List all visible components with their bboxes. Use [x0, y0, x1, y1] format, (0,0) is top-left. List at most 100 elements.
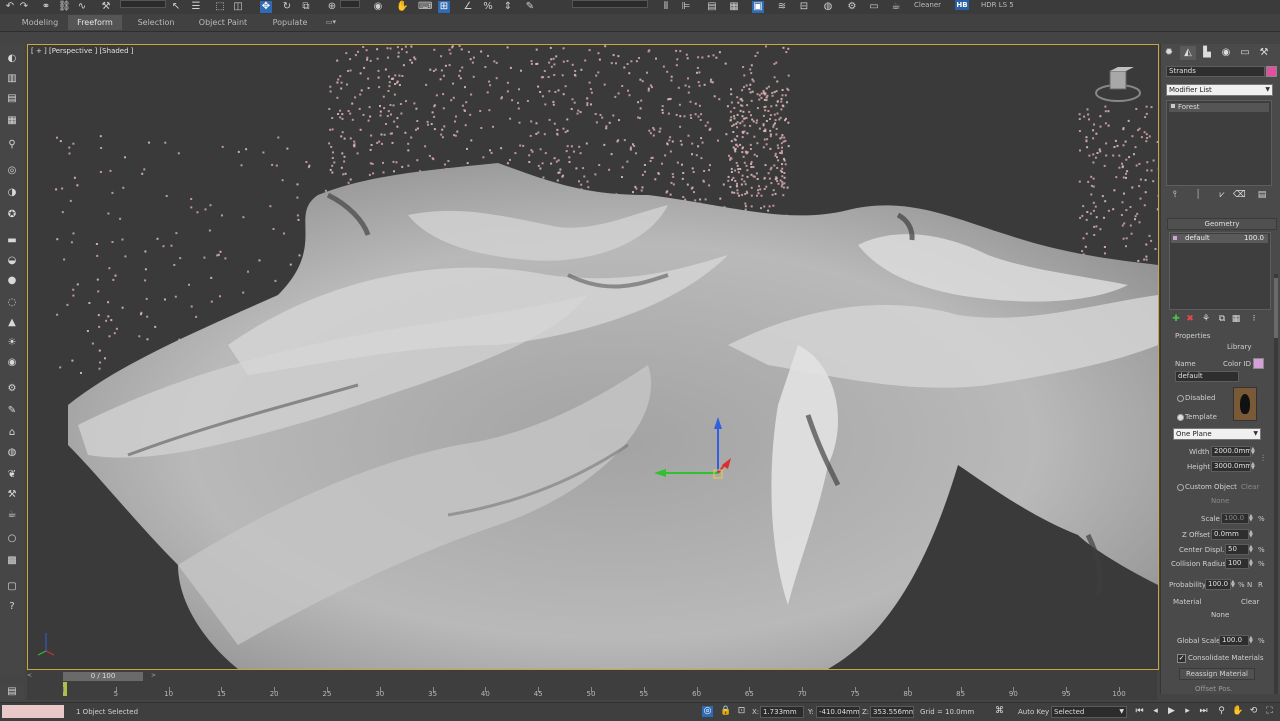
template-dropdown[interactable]: One Plane▼ — [1173, 428, 1261, 440]
snaps-toggle-icon[interactable]: ⊞ — [438, 1, 450, 13]
help-icon[interactable]: ? — [5, 600, 19, 614]
next-frame-button-icon[interactable]: ▸ — [1182, 706, 1193, 717]
tab-freeform[interactable]: Freeform — [68, 15, 122, 30]
rendered-frame-icon[interactable]: ▭ — [868, 1, 880, 13]
sphere-icon[interactable]: ● — [5, 274, 19, 288]
scale-spinner[interactable]: ▲▼ — [1249, 514, 1253, 522]
angle-snap-icon[interactable]: ∠ — [462, 1, 474, 13]
go-to-end-icon[interactable]: ⏭ — [1198, 706, 1209, 717]
more-options-icon[interactable]: ⁝ — [1249, 314, 1259, 324]
scene-explorer-icon[interactable]: ▦ — [728, 1, 740, 13]
undo-icon[interactable]: ↶ — [4, 1, 16, 13]
curve-editor-icon[interactable]: ≋ — [776, 1, 788, 13]
modifier-icon[interactable]: ✪ — [5, 208, 19, 222]
select-scale-icon[interactable]: ⧉ — [300, 1, 312, 13]
modifier-stack-item[interactable]: Forest — [1169, 103, 1269, 112]
z-coord-field[interactable]: 353.556mm — [870, 706, 914, 718]
named-selection-sets-field[interactable] — [572, 0, 648, 8]
global-scale-spinner[interactable]: ▲▼ — [1249, 636, 1253, 644]
select-panel-icon[interactable]: ▥ — [5, 72, 19, 86]
hierarchy-tab-icon[interactable]: ▙ — [1199, 46, 1215, 60]
add-geometry-icon[interactable]: ✚ — [1171, 314, 1181, 324]
perspective-viewport[interactable]: [ + ] [Perspective ] [Shaded ] — [27, 44, 1159, 670]
ref-coord-icon[interactable]: ⊕ — [326, 1, 338, 13]
copy-geometry-icon[interactable]: ⧉ — [1217, 314, 1227, 324]
probability-n-button[interactable]: N — [1247, 581, 1252, 589]
isolate-selection-icon[interactable]: ◎ — [702, 706, 713, 717]
motion-tab-icon[interactable]: ◉ — [1218, 46, 1234, 60]
graphite-ribbon-icon[interactable]: ▣ — [752, 1, 764, 13]
auto-key-button[interactable]: Auto Key — [1018, 707, 1049, 717]
custom-object-none-button[interactable]: None — [1211, 497, 1229, 505]
pyramid-icon[interactable]: ⌂ — [5, 426, 19, 440]
render-setup-icon[interactable]: ⚙ — [846, 1, 858, 13]
select-by-name-icon[interactable]: ☰ — [190, 1, 202, 13]
tab-populate[interactable]: Populate — [264, 15, 316, 30]
mirror-icon[interactable]: ⫴ — [660, 1, 672, 13]
reassign-material-button[interactable]: Reassign Material — [1179, 668, 1255, 680]
geometry-list[interactable]: default 100.0 — [1169, 232, 1271, 310]
width-spinner[interactable]: ▲▼ — [1251, 447, 1255, 455]
light-bulb-icon[interactable] — [1171, 104, 1175, 108]
wrench-icon[interactable]: ⚙ — [5, 382, 19, 396]
leaf-icon[interactable]: ❦ — [5, 468, 19, 482]
geometry-rollout-header[interactable]: Geometry — [1167, 218, 1277, 230]
delete-geometry-icon[interactable]: ✖ — [1185, 314, 1195, 324]
absolute-mode-icon[interactable]: ⊡ — [736, 706, 747, 717]
tools-icon[interactable]: ⚒ — [5, 488, 19, 502]
docs-icon[interactable]: ▢ — [5, 580, 19, 594]
disabled-radio[interactable] — [1177, 395, 1184, 402]
play-icon[interactable]: ▶ — [1166, 706, 1177, 717]
make-unique-icon[interactable]: ⩗ — [1217, 190, 1227, 200]
custom-object-clear-button[interactable]: Clear — [1241, 483, 1259, 491]
mini-curve-editor-icon[interactable]: ▤ — [5, 685, 19, 699]
z-offset-spinner[interactable]: ▲▼ — [1249, 530, 1253, 538]
key-mode-dropdown[interactable]: Selected▼ — [1051, 706, 1127, 718]
modifier-stack[interactable]: Forest — [1166, 100, 1272, 186]
link-icon[interactable]: ⚭ — [40, 1, 52, 13]
probability-field[interactable]: 100.0 — [1205, 579, 1231, 590]
hdr-label[interactable]: HDR LS 5 — [981, 0, 1014, 10]
object-color-swatch[interactable] — [1266, 66, 1277, 77]
tree-thumbnail-icon[interactable] — [1233, 387, 1257, 421]
height-field[interactable]: 3000.0mm — [1211, 461, 1251, 472]
material-none-button[interactable]: None — [1211, 611, 1229, 619]
create-tab-icon[interactable]: ✹ — [1161, 46, 1177, 60]
modify-tab-icon[interactable]: ◭ — [1180, 46, 1196, 60]
remove-modifier-icon[interactable]: ⌫ — [1233, 190, 1243, 200]
time-slider[interactable]: 0 / 100 — [63, 672, 143, 681]
library-geometry-icon[interactable]: ▦ — [1231, 314, 1241, 324]
cleaner-label[interactable]: Cleaner — [914, 0, 941, 10]
custom-object-radio[interactable] — [1177, 484, 1184, 491]
select-manipulate-icon[interactable]: ✋ — [396, 1, 408, 13]
tab-modeling[interactable]: Modeling — [14, 15, 66, 30]
sun-icon[interactable]: ☀ — [5, 336, 19, 350]
material-editor-icon[interactable]: ◍ — [822, 1, 834, 13]
sphere-white-icon[interactable]: ○ — [5, 532, 19, 546]
zoom-icon[interactable]: ⚲ — [1216, 706, 1227, 717]
y-coord-field[interactable]: -410.04mm — [816, 706, 860, 718]
cylinder-icon[interactable]: ◒ — [5, 254, 19, 268]
spinner-snap-icon[interactable]: ⇕ — [502, 1, 514, 13]
selection-lock-icon[interactable]: 🔒 — [720, 706, 731, 717]
camera-icon[interactable]: ◑ — [5, 186, 19, 200]
probability-spinner[interactable]: ▲▼ — [1231, 580, 1235, 588]
hdr-badge[interactable]: HB — [955, 0, 969, 10]
edit-named-sets-icon[interactable]: ✎ — [524, 1, 536, 13]
unlink-icon[interactable]: ⛓ — [58, 1, 70, 13]
collision-radius-spinner[interactable]: ▲▼ — [1249, 559, 1253, 567]
ribbon-options-icon[interactable]: ▭▾ — [322, 15, 340, 30]
panel-scrollbar[interactable] — [1274, 274, 1278, 694]
rect-selection-icon[interactable]: ⬚ — [214, 1, 226, 13]
pin-stack-icon[interactable]: ⫯ — [1170, 190, 1180, 200]
layer-explorer-icon[interactable]: ▤ — [706, 1, 718, 13]
show-end-result-icon[interactable]: ⏐ — [1193, 190, 1203, 200]
ref-coord-dropdown[interactable] — [340, 0, 360, 8]
previous-frame-icon[interactable]: ◂ — [1150, 706, 1161, 717]
library-label[interactable]: Library — [1227, 343, 1251, 351]
color-id-swatch[interactable] — [1253, 358, 1264, 369]
maxscript-listener[interactable] — [2, 705, 64, 718]
template-radio[interactable] — [1177, 414, 1184, 421]
go-to-start-icon[interactable]: ⏮ — [1134, 706, 1145, 717]
window-crossing-icon[interactable]: ◫ — [232, 1, 244, 13]
